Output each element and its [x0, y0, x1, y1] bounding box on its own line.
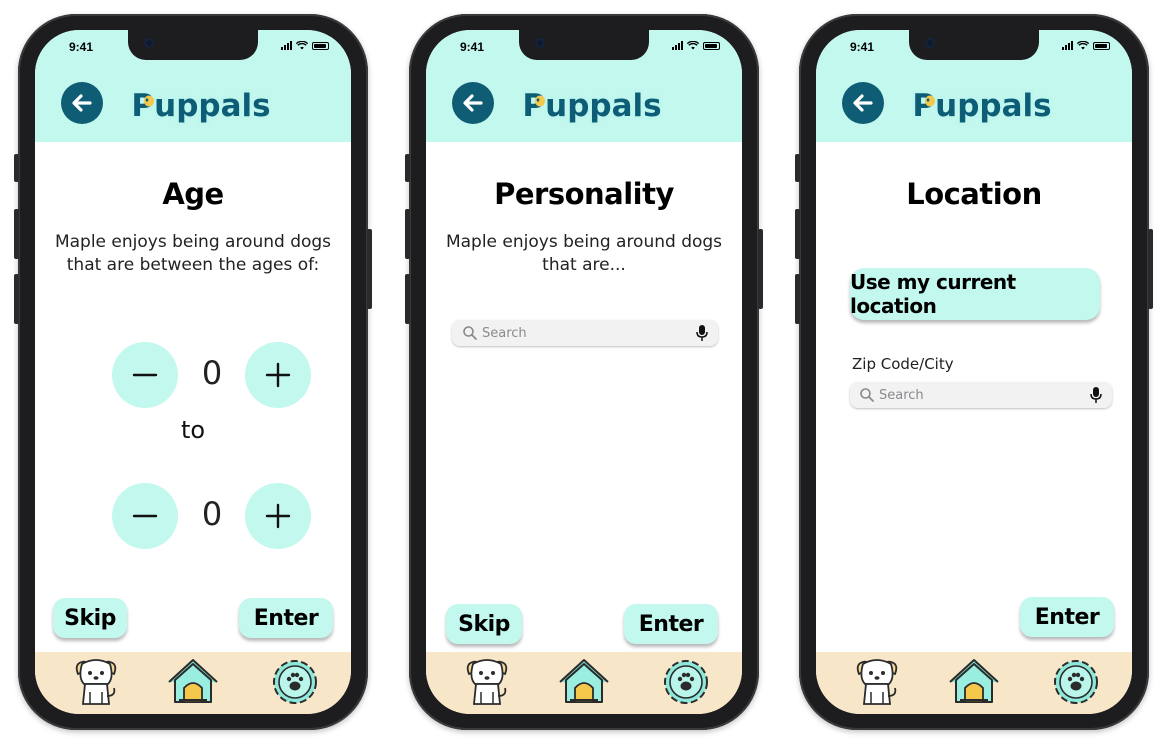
battery-icon	[312, 42, 329, 50]
back-button[interactable]	[452, 82, 494, 124]
svg-text:Puppals: Puppals	[131, 88, 270, 124]
phone-frame-personality: 9:41 Puppals Puppals Personality Maple e…	[405, 14, 763, 730]
page-title: Age	[162, 177, 224, 211]
search-icon	[860, 388, 874, 402]
tab-bar	[35, 652, 351, 714]
tab-settings[interactable]	[267, 656, 323, 708]
page-title: Personality	[494, 177, 674, 211]
signal-icon	[672, 41, 683, 50]
arrow-left-icon	[72, 94, 92, 112]
enter-button[interactable]: Enter	[624, 604, 718, 644]
puppals-logo: Puppals Puppals	[522, 85, 662, 127]
status-icons	[281, 41, 329, 50]
tab-dog[interactable]	[68, 656, 124, 708]
status-icons	[672, 41, 720, 50]
tab-home[interactable]	[556, 656, 612, 708]
page-title: Location	[906, 177, 1042, 211]
screen-personality: 9:41 Puppals Puppals Personality Maple e…	[426, 30, 742, 714]
wifi-icon	[296, 41, 308, 50]
zip-code-label: Zip Code/City	[852, 355, 954, 373]
wifi-icon	[1077, 41, 1089, 50]
plus-icon	[265, 362, 291, 388]
search-placeholder: Search	[482, 325, 527, 341]
zip-code-search-input[interactable]: Search	[850, 382, 1112, 408]
search-placeholder: Search	[879, 387, 924, 403]
tab-bar	[426, 652, 742, 714]
personality-search-input[interactable]: Search	[452, 320, 718, 346]
max-age-value: 0	[201, 495, 223, 533]
tab-settings[interactable]	[1048, 656, 1104, 708]
tab-dog[interactable]	[459, 656, 515, 708]
microphone-icon[interactable]	[1089, 386, 1103, 404]
page-description: Maple enjoys being around dogs that are.…	[445, 232, 723, 275]
back-button[interactable]	[61, 82, 103, 124]
status-time: 9:41	[850, 40, 875, 54]
use-current-location-button[interactable]: Use my current location	[850, 268, 1100, 320]
minus-icon	[132, 514, 158, 518]
range-connector: to	[180, 416, 206, 444]
battery-icon	[703, 42, 720, 50]
screen-age: 9:41 Puppals Puppals Age Maple enjoys be…	[35, 30, 351, 714]
min-age-decrement-button[interactable]	[112, 342, 178, 408]
notch	[519, 30, 649, 60]
phone-frame-age: 9:41 Puppals Puppals Age Maple enjoys be…	[14, 14, 372, 730]
status-time: 9:41	[460, 40, 485, 54]
dog-icon	[856, 659, 898, 705]
minus-icon	[132, 373, 158, 377]
skip-button[interactable]: Skip	[53, 598, 127, 638]
wifi-icon	[687, 41, 699, 50]
tab-settings[interactable]	[658, 656, 714, 708]
tab-bar	[816, 652, 1132, 714]
puppals-logo: Puppals Puppals	[912, 85, 1052, 127]
arrow-left-icon	[853, 94, 873, 112]
status-time: 9:41	[69, 40, 94, 54]
max-age-increment-button[interactable]	[245, 483, 311, 549]
signal-icon	[1062, 41, 1073, 50]
status-icons	[1062, 41, 1110, 50]
max-age-decrement-button[interactable]	[112, 483, 178, 549]
signal-icon	[281, 41, 292, 50]
plus-icon	[265, 503, 291, 529]
min-age-increment-button[interactable]	[245, 342, 311, 408]
settings-paw-icon	[1054, 660, 1098, 704]
tab-dog[interactable]	[849, 656, 905, 708]
dog-house-icon	[559, 659, 609, 703]
microphone-icon[interactable]	[695, 324, 709, 342]
notch	[909, 30, 1039, 60]
puppals-logo: Puppals Puppals	[131, 85, 271, 127]
tab-home[interactable]	[946, 656, 1002, 708]
phone-frame-location: 9:41 Puppals Puppals Location Use my cur…	[795, 14, 1153, 730]
dog-icon	[466, 659, 508, 705]
dog-house-icon	[168, 659, 218, 703]
back-button[interactable]	[842, 82, 884, 124]
dog-house-icon	[949, 659, 999, 703]
enter-button[interactable]: Enter	[1020, 597, 1114, 637]
skip-button[interactable]: Skip	[446, 604, 522, 644]
dog-icon	[75, 659, 117, 705]
svg-text:Puppals: Puppals	[912, 88, 1051, 124]
arrow-left-icon	[463, 94, 483, 112]
enter-button[interactable]: Enter	[239, 598, 333, 638]
settings-paw-icon	[273, 660, 317, 704]
page-description: Maple enjoys being around dogs that are …	[54, 232, 332, 275]
tab-home[interactable]	[165, 656, 221, 708]
svg-text:Puppals: Puppals	[522, 88, 661, 124]
min-age-value: 0	[201, 354, 223, 392]
settings-paw-icon	[664, 660, 708, 704]
battery-icon	[1093, 42, 1110, 50]
screen-location: 9:41 Puppals Puppals Location Use my cur…	[816, 30, 1132, 714]
notch	[128, 30, 258, 60]
search-icon	[463, 326, 477, 340]
